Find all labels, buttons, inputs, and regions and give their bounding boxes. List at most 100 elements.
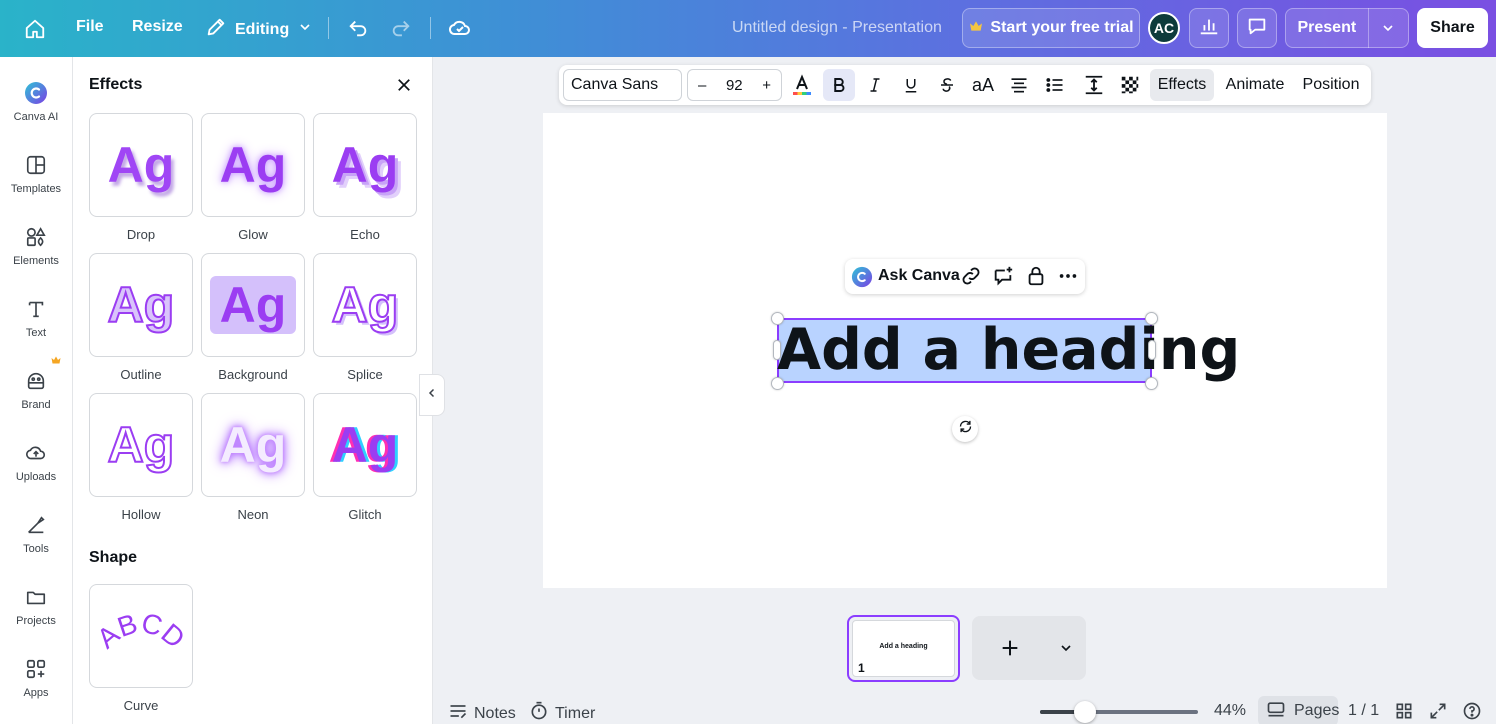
grid-view-icon[interactable] — [1394, 701, 1414, 721]
add-comment-icon[interactable] — [992, 265, 1014, 292]
editing-label: Editing — [235, 20, 290, 38]
resize-handle-top-left[interactable] — [771, 312, 784, 325]
zoom-slider[interactable] — [1040, 710, 1198, 714]
collapse-panel-button[interactable] — [419, 374, 445, 416]
rail-item-canva-ai[interactable]: Canva AI — [0, 71, 72, 135]
effect-echo[interactable]: Ag Echo — [313, 113, 417, 242]
decrease-font-size-button[interactable]: – — [698, 77, 706, 94]
redo-icon[interactable] — [389, 16, 413, 40]
font-family-dropdown[interactable]: Canva Sans — [563, 69, 682, 101]
share-button[interactable]: Share — [1417, 8, 1488, 48]
shape-curve[interactable]: ABCD Curve — [89, 584, 193, 713]
chevron-down-icon[interactable] — [1058, 640, 1074, 661]
rail-item-text[interactable]: Text — [0, 287, 72, 351]
zoom-slider-handle[interactable] — [1074, 701, 1096, 723]
animate-button[interactable]: Animate — [1218, 69, 1292, 101]
page-thumbnail[interactable]: Add a heading 1 — [847, 615, 960, 682]
timer-icon — [529, 701, 549, 724]
effects-button[interactable]: Effects — [1150, 69, 1214, 101]
underline-icon[interactable] — [895, 69, 927, 101]
resize-handle-bottom-right[interactable] — [1145, 377, 1158, 390]
effect-label: Glitch — [348, 507, 382, 522]
page-count-label: 1 / 1 — [1348, 702, 1380, 719]
effect-label: Splice — [347, 367, 383, 382]
spacing-icon[interactable] — [1078, 69, 1110, 101]
rail-item-tools[interactable]: Tools — [0, 503, 72, 567]
resize-button[interactable]: Resize — [132, 18, 183, 36]
add-page-button[interactable] — [972, 616, 1086, 680]
ask-canva-toolbar: Ask Canva — [845, 259, 1085, 294]
notes-icon — [448, 701, 468, 724]
chevron-down-icon[interactable] — [1369, 20, 1408, 36]
shape-preview: ABCD — [89, 584, 193, 688]
resize-handle-right[interactable] — [1148, 340, 1156, 360]
effect-glow[interactable]: Ag Glow — [201, 113, 305, 242]
ask-canva-button[interactable]: Ask Canva — [878, 267, 960, 285]
italic-icon[interactable] — [859, 69, 891, 101]
document-title[interactable]: Untitled design - Presentation — [732, 19, 942, 37]
insights-button[interactable] — [1189, 8, 1229, 48]
rotate-handle[interactable] — [952, 416, 978, 442]
effect-drop[interactable]: Ag Drop — [89, 113, 193, 242]
effect-neon[interactable]: Ag Neon — [201, 393, 305, 522]
strikethrough-icon[interactable] — [931, 69, 963, 101]
transparency-icon[interactable] — [1114, 69, 1146, 101]
position-button[interactable]: Position — [1295, 69, 1367, 101]
resize-handle-left[interactable] — [773, 340, 781, 360]
effect-sample: Ag — [107, 277, 176, 333]
effect-background[interactable]: Ag Background — [201, 253, 305, 382]
list-icon[interactable] — [1039, 69, 1071, 101]
help-icon[interactable] — [1462, 701, 1482, 721]
link-icon[interactable] — [960, 265, 982, 292]
heading-textbox[interactable]: Add a heading — [777, 318, 1240, 383]
thumbnail-heading: Add a heading — [879, 643, 928, 650]
resize-handle-bottom-left[interactable] — [771, 377, 784, 390]
rail-item-templates[interactable]: Templates — [0, 143, 72, 207]
file-menu[interactable]: File — [76, 18, 104, 36]
undo-icon[interactable] — [346, 16, 370, 40]
rail-item-projects[interactable]: Projects — [0, 575, 72, 639]
bold-icon[interactable] — [823, 69, 855, 101]
present-label: Present — [1297, 19, 1357, 36]
resize-handle-top-right[interactable] — [1145, 312, 1158, 325]
text-color-icon[interactable] — [786, 69, 818, 101]
increase-font-size-button[interactable]: + — [762, 77, 771, 94]
fullscreen-icon[interactable] — [1428, 701, 1448, 721]
effect-outline[interactable]: Ag Outline — [89, 253, 193, 382]
effect-splice[interactable]: Ag Splice — [313, 253, 417, 382]
effect-glitch[interactable]: Ag Glitch — [313, 393, 417, 522]
notes-label: Notes — [474, 704, 516, 722]
crown-icon — [968, 18, 984, 39]
rail-item-apps[interactable]: Apps — [0, 647, 72, 711]
pages-button[interactable]: Pages — [1258, 696, 1339, 724]
effect-preview: Ag — [201, 393, 305, 497]
effect-preview: Ag — [313, 393, 417, 497]
notes-button[interactable]: Notes — [448, 701, 516, 724]
canva-ai-icon[interactable] — [851, 266, 873, 293]
brand-icon — [24, 369, 48, 393]
rail-item-elements[interactable]: Elements — [0, 215, 72, 279]
panel-title: Effects — [89, 76, 143, 93]
start-trial-button[interactable]: Start your free trial — [962, 8, 1140, 48]
letter-case-icon[interactable]: aA — [967, 69, 999, 101]
avatar[interactable]: AC — [1148, 12, 1180, 44]
trial-label: Start your free trial — [990, 19, 1134, 36]
lock-icon[interactable] — [1025, 265, 1047, 292]
chevron-left-icon — [426, 386, 438, 404]
comments-button[interactable] — [1237, 8, 1277, 48]
close-icon[interactable] — [393, 74, 415, 96]
align-center-icon[interactable] — [1003, 69, 1035, 101]
editing-mode-dropdown[interactable]: Editing — [205, 16, 313, 43]
font-size-input[interactable]: 92 — [726, 77, 743, 94]
present-button[interactable]: Present — [1285, 8, 1409, 48]
effect-hollow[interactable]: Ag Hollow — [89, 393, 193, 522]
text-toolbar: Canva Sans – 92 + aA Effects Animate Pos… — [559, 65, 1371, 105]
home-icon[interactable] — [22, 16, 48, 42]
rail-item-uploads[interactable]: Uploads — [0, 431, 72, 495]
timer-button[interactable]: Timer — [529, 701, 595, 724]
zoom-level[interactable]: 44% — [1214, 702, 1246, 720]
cloud-saved-icon[interactable] — [447, 15, 473, 41]
more-options-icon[interactable] — [1057, 265, 1079, 292]
rail-label: Uploads — [15, 471, 57, 483]
effect-preview: Ag — [313, 253, 417, 357]
